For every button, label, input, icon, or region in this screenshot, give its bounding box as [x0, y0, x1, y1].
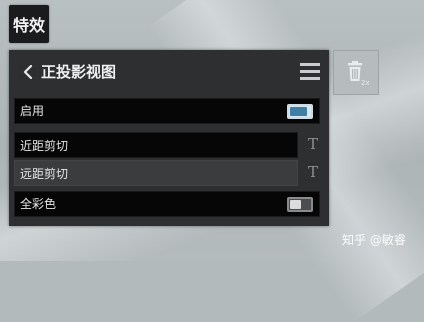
- full-color-label: 全彩色: [20, 197, 57, 211]
- chevron-left-icon[interactable]: [22, 65, 34, 79]
- delete-button[interactable]: 2x: [333, 50, 379, 95]
- far-clip-input[interactable]: [20, 161, 290, 185]
- toggle-knob: [290, 107, 307, 116]
- effects-tab-label: 特效: [12, 16, 45, 35]
- trash-icon: 2x: [348, 61, 369, 86]
- effects-tab[interactable]: 特效: [9, 5, 49, 43]
- near-clip-text-icon[interactable]: T: [306, 136, 320, 152]
- trash-badge: 2x: [361, 79, 369, 86]
- toggle-knob: [290, 200, 301, 209]
- full-color-row: 全彩色: [14, 191, 320, 217]
- far-clip-text-icon[interactable]: T: [306, 164, 320, 180]
- enable-label: 启用: [20, 104, 45, 118]
- panel-header: 正投影视图: [9, 50, 329, 94]
- near-clip-field[interactable]: [14, 132, 298, 158]
- near-clip-input[interactable]: [20, 133, 290, 157]
- hamburger-menu-icon[interactable]: [300, 62, 320, 81]
- full-color-toggle[interactable]: [287, 197, 313, 212]
- enable-row: 启用: [14, 98, 320, 124]
- watermark: 知乎 @敏睿: [342, 233, 406, 247]
- orthographic-view-panel: 正投影视图 启用 T T 全彩色: [9, 50, 329, 226]
- panel-title: 正投影视图: [41, 63, 117, 81]
- far-clip-field[interactable]: [14, 160, 298, 186]
- enable-toggle[interactable]: [287, 104, 313, 119]
